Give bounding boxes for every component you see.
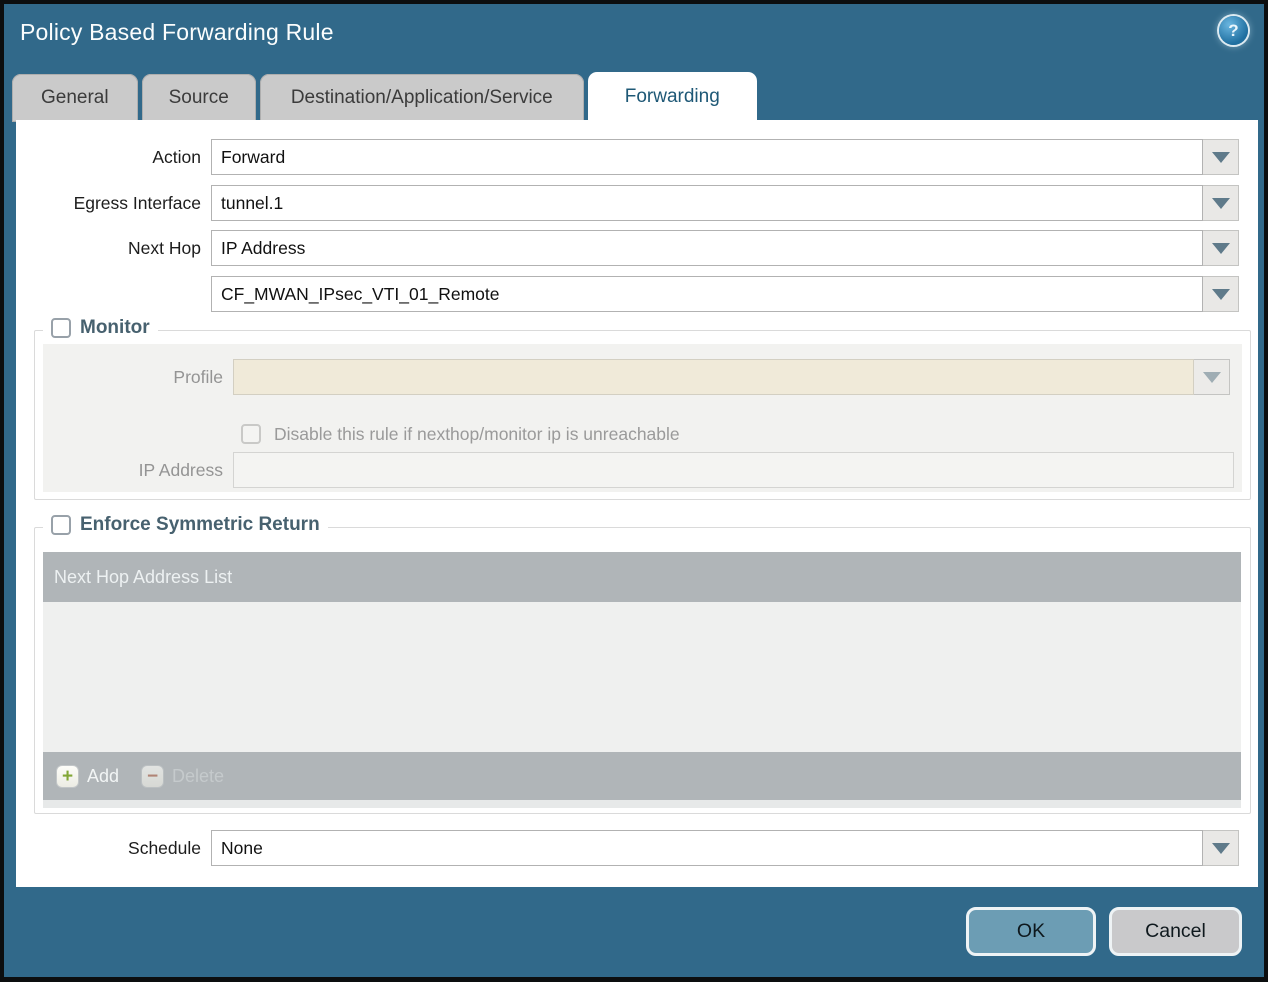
chevron-down-icon — [1211, 197, 1230, 209]
next-hop-address-list-header: Next Hop Address List — [43, 552, 1241, 602]
column-header-label: Next Hop Address List — [54, 566, 233, 587]
schedule-label: Schedule — [128, 837, 201, 858]
tab-label: Forwarding — [624, 86, 720, 107]
next-hop-address-dropdown-button[interactable] — [1203, 276, 1239, 312]
monitor-ip-address-label: IP Address — [138, 459, 223, 480]
chevron-down-icon — [1211, 242, 1230, 254]
chevron-down-icon — [1211, 151, 1230, 163]
delete-button: − Delete — [141, 764, 225, 788]
monitor-checkbox[interactable] — [51, 318, 71, 338]
add-button[interactable]: + Add — [56, 764, 120, 788]
monitor-ip-address-input — [233, 452, 1234, 488]
delete-button-label: Delete — [172, 765, 225, 786]
next-hop-row: Next Hop IP Address — [16, 230, 1239, 266]
action-select[interactable]: Forward — [211, 139, 1203, 175]
dialog-title: Policy Based Forwarding Rule — [20, 19, 334, 45]
help-glyph: ? — [1228, 20, 1239, 40]
tab-bar: General Source Destination/Application/S… — [12, 72, 757, 122]
monitor-legend: Monitor — [43, 317, 158, 339]
table-toolbar: + Add − Delete — [43, 752, 1241, 800]
table-scrollbar-track — [43, 800, 1241, 808]
enforce-symmetric-return-checkbox[interactable] — [51, 515, 71, 535]
dialog-footer-actions: OK Cancel — [966, 907, 1242, 956]
screenshot-frame: Policy Based Forwarding Rule ? General S… — [0, 0, 1268, 982]
profile-label: Profile — [173, 366, 223, 387]
disable-rule-label: Disable this rule if nexthop/monitor ip … — [274, 423, 680, 444]
next-hop-address-table: Next Hop Address List + Add − Delete — [43, 552, 1241, 808]
tab-general[interactable]: General — [12, 74, 138, 122]
profile-select — [233, 359, 1194, 395]
tab-source[interactable]: Source — [141, 74, 256, 122]
monitor-ip-address-row: IP Address — [43, 452, 1234, 488]
enforce-symmetric-return-legend: Enforce Symmetric Return — [43, 514, 328, 536]
tab-forwarding[interactable]: Forwarding — [587, 72, 757, 122]
next-hop-dropdown-button[interactable] — [1203, 230, 1239, 266]
next-hop-type-select[interactable]: IP Address — [211, 230, 1203, 266]
monitor-fieldset: Monitor Profile Disable this rule if nex… — [34, 317, 1251, 500]
egress-interface-select[interactable]: tunnel.1 — [211, 185, 1203, 221]
tab-label: General — [41, 87, 109, 108]
tab-label: Source — [168, 87, 229, 108]
enforce-symmetric-return-title: Enforce Symmetric Return — [80, 514, 320, 535]
schedule-dropdown-button[interactable] — [1203, 830, 1239, 866]
cancel-button[interactable]: Cancel — [1109, 907, 1242, 956]
monitor-title: Monitor — [80, 317, 150, 338]
next-hop-address-row: CF_MWAN_IPsec_VTI_01_Remote — [16, 276, 1239, 312]
disable-rule-row: Disable this rule if nexthop/monitor ip … — [241, 422, 680, 446]
policy-based-forwarding-dialog: Policy Based Forwarding Rule ? General S… — [4, 4, 1264, 977]
egress-interface-row: Egress Interface tunnel.1 — [16, 185, 1239, 221]
schedule-row: Schedule None — [16, 830, 1239, 866]
egress-interface-dropdown-button[interactable] — [1203, 185, 1239, 221]
tab-label: Destination/Application/Service — [290, 87, 553, 108]
schedule-select[interactable]: None — [211, 830, 1203, 866]
monitor-panel: Profile Disable this rule if nexthop/mon… — [43, 344, 1242, 492]
forwarding-tab-panel: Action Forward Egress Interface tunnel.1 — [16, 120, 1258, 887]
egress-interface-label: Egress Interface — [73, 192, 201, 213]
chevron-down-icon — [1202, 371, 1221, 383]
plus-icon: + — [56, 764, 79, 788]
tab-destination-application-service[interactable]: Destination/Application/Service — [259, 74, 584, 122]
next-hop-label: Next Hop — [128, 237, 201, 258]
profile-row: Profile — [43, 359, 1230, 395]
add-button-label: Add — [87, 765, 120, 786]
profile-dropdown-button — [1194, 359, 1230, 395]
action-row: Action Forward — [16, 139, 1239, 175]
enforce-symmetric-return-fieldset: Enforce Symmetric Return Next Hop Addres… — [34, 514, 1251, 814]
ok-button[interactable]: OK — [966, 907, 1096, 956]
disable-rule-checkbox — [241, 424, 261, 444]
chevron-down-icon — [1211, 842, 1230, 854]
next-hop-address-list-body[interactable] — [43, 602, 1241, 752]
action-label: Action — [152, 146, 201, 167]
minus-icon: − — [141, 764, 165, 788]
action-dropdown-button[interactable] — [1203, 139, 1239, 175]
help-icon[interactable]: ? — [1219, 16, 1248, 45]
chevron-down-icon — [1211, 288, 1230, 300]
next-hop-address-select[interactable]: CF_MWAN_IPsec_VTI_01_Remote — [211, 276, 1203, 312]
